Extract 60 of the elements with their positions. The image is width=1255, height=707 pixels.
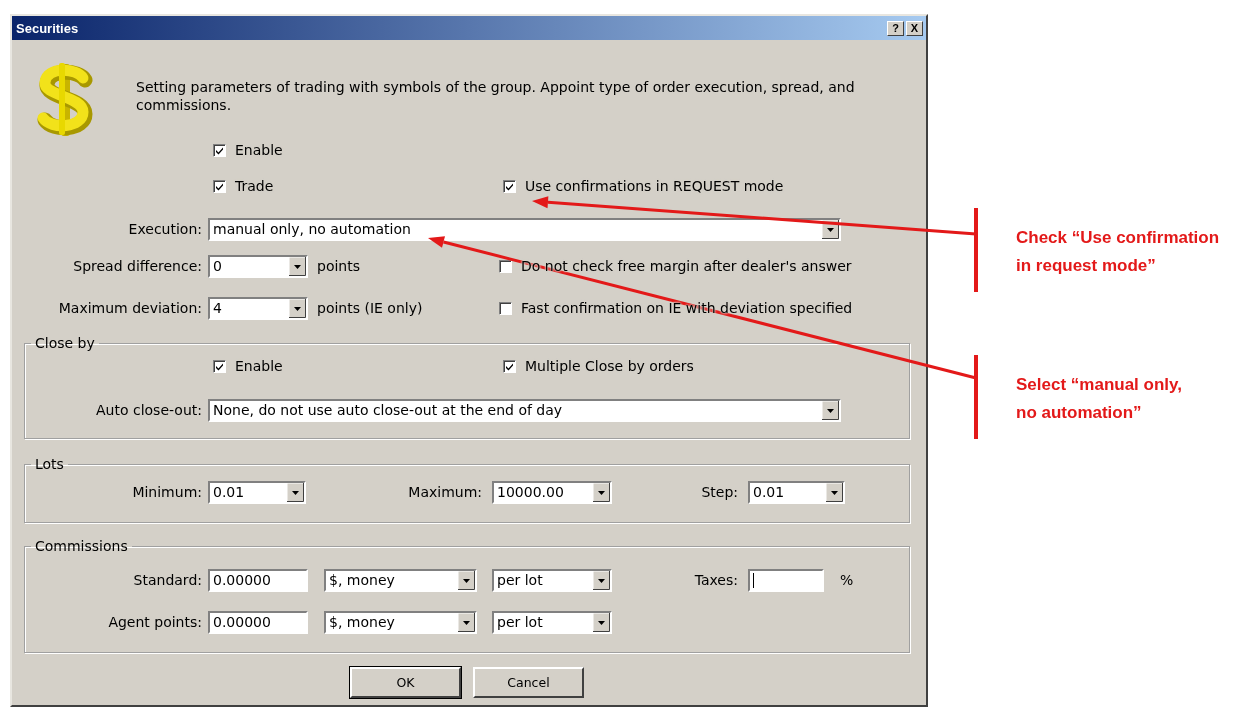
auto-close-out-dropdown[interactable]: None, do not use auto close-out at the end of day <box>208 398 841 422</box>
checkbox[interactable] <box>213 179 226 193</box>
dropdown-arrow-icon[interactable] <box>593 570 610 590</box>
field-label: Minimum: <box>131 484 203 500</box>
field-label: Standard: <box>132 572 203 588</box>
checkbox-label: Multiple Close by orders <box>525 358 694 374</box>
group-title: Lots <box>34 456 65 472</box>
currency-dropdown[interactable]: $, money <box>324 568 477 592</box>
field-label: Execution: <box>127 221 203 237</box>
lot-dropdown[interactable]: 0.01 <box>208 480 306 504</box>
checkbox-label: Trade <box>235 178 274 194</box>
lot-dropdown[interactable]: 0.01 <box>748 480 845 504</box>
dropdown-arrow-icon[interactable] <box>593 612 610 632</box>
unit-label: % <box>839 572 854 588</box>
currency-dropdown[interactable]: $, money <box>324 610 477 634</box>
basis-dropdown[interactable]: per lot <box>492 568 612 592</box>
description-text: Setting parameters of trading with symbols of the group. Appoint type of order execution, spread, and commissions. <box>136 78 856 115</box>
spread-dropdown[interactable]: 0 <box>208 254 308 278</box>
field-label: Agent points: <box>107 614 203 630</box>
help-button[interactable]: ? <box>887 20 904 36</box>
close-button[interactable]: X <box>906 20 923 36</box>
deviation-dropdown[interactable]: 4 <box>208 296 308 320</box>
group-title: Close by <box>34 335 96 351</box>
checkbox[interactable] <box>503 179 516 193</box>
checkbox[interactable] <box>499 301 512 315</box>
dropdown-arrow-icon[interactable] <box>822 400 839 420</box>
execution-dropdown[interactable]: manual only, no automation <box>208 217 841 241</box>
field-label: Step: <box>700 484 739 500</box>
field-label: Spread difference: <box>72 258 203 274</box>
group-title: Commissions <box>34 538 129 554</box>
dropdown-arrow-icon[interactable] <box>289 298 306 318</box>
dropdown-arrow-icon[interactable] <box>289 256 306 276</box>
dropdown-arrow-icon[interactable] <box>458 612 475 632</box>
dropdown-arrow-icon[interactable] <box>826 482 843 502</box>
basis-dropdown[interactable]: per lot <box>492 610 612 634</box>
window-title: Securities <box>16 20 80 36</box>
field-label: Auto close-out: <box>95 402 203 418</box>
field-label: Taxes: <box>693 572 739 588</box>
cancel-button[interactable]: Cancel <box>473 667 584 698</box>
unit-label: points <box>316 258 361 274</box>
lot-dropdown[interactable]: 10000.00 <box>492 480 612 504</box>
dropdown-arrow-icon[interactable] <box>287 482 304 502</box>
dropdown-arrow-icon[interactable] <box>593 482 610 502</box>
commission-field[interactable]: 0.00000 <box>208 610 308 634</box>
checkbox[interactable] <box>213 143 226 157</box>
commission-field[interactable]: 0.00000 <box>208 568 308 592</box>
checkbox-label: Use confirmations in REQUEST mode <box>525 178 784 194</box>
field-label: Maximum: <box>407 484 483 500</box>
taxes-field[interactable] <box>748 568 824 592</box>
annotation-text: Select “manual only, no automation” <box>1016 374 1182 424</box>
dropdown-arrow-icon[interactable] <box>458 570 475 590</box>
checkbox-label: Enable <box>235 358 283 374</box>
checkbox[interactable] <box>499 259 512 273</box>
checkbox-label: Enable <box>235 142 283 158</box>
annotation-text: Check “Use confirmation in request mode” <box>1016 227 1220 277</box>
unit-label: points (IE only) <box>316 300 424 316</box>
checkbox[interactable] <box>503 359 516 373</box>
checkbox[interactable] <box>213 359 226 373</box>
ok-button[interactable]: OK <box>350 667 461 698</box>
field-label: Maximum deviation: <box>57 300 203 316</box>
